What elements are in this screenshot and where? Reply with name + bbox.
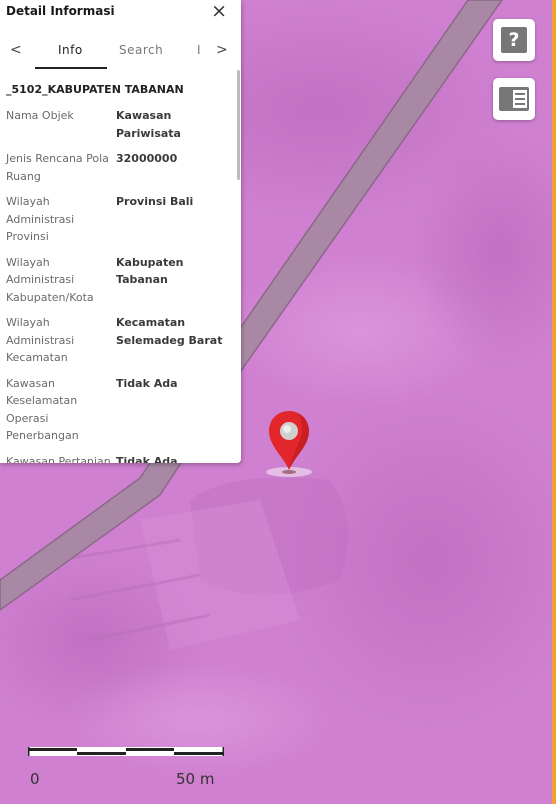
active-tab-indicator: [35, 67, 107, 69]
map-edge: [552, 0, 556, 804]
attribute-label: Wilayah Administrasi Kabupaten/Kota: [6, 255, 94, 304]
scale-start-label: 0: [30, 770, 40, 788]
tab-info[interactable]: Info: [58, 43, 83, 57]
attribute-label: Wilayah Administrasi Provinsi: [6, 195, 75, 243]
tab-bar: < Info Search I >: [0, 36, 241, 70]
attribute-value: Kawasan Pariwisata: [116, 109, 181, 140]
attribute-label: Kawasan Keselamatan Operasi Penerbangan: [6, 376, 79, 443]
attribute-row: Wilayah Administrasi Kecamatan Kecamatan…: [6, 314, 232, 367]
detail-info-panel: Detail Informasi × < Info Search I > _51…: [0, 0, 241, 463]
attribute-value: Kecamatan Selemadeg Barat: [116, 316, 223, 347]
scale-end-label: 50 m: [176, 770, 215, 788]
panel-title: Detail Informasi: [6, 4, 115, 18]
tab-next-arrow[interactable]: >: [216, 42, 228, 58]
attribute-row: Kawasan Keselamatan Operasi Penerbangan …: [6, 375, 232, 445]
tab-prev-arrow[interactable]: <: [10, 42, 22, 58]
tab-next-partial[interactable]: I: [197, 43, 201, 57]
attribute-value: Kabupaten Tabanan: [116, 255, 184, 287]
attribute-value: Tidak Ada: [116, 376, 178, 390]
attribute-row: Kawasan Pertanian Tidak Ada: [6, 453, 232, 464]
tab-search[interactable]: Search: [119, 43, 163, 57]
close-icon[interactable]: ×: [211, 1, 227, 21]
location-marker[interactable]: [265, 410, 313, 480]
help-button[interactable]: ?: [493, 19, 535, 61]
layer-name: _5102_KABUPATEN TABANAN: [6, 83, 184, 96]
attribute-label: Kawasan Pertanian: [6, 454, 111, 464]
attribute-list: Nama Objek Kawasan Pariwisata Jenis Renc…: [6, 107, 232, 463]
panel-header: Detail Informasi ×: [0, 0, 241, 26]
attribute-label: Nama Objek: [6, 109, 74, 122]
attribute-value: Provinsi Bali: [116, 195, 194, 208]
legend-button[interactable]: [493, 78, 535, 120]
attribute-label: Jenis Rencana Pola Ruang: [6, 152, 109, 183]
help-icon: ?: [501, 27, 527, 53]
panel-scrollbar[interactable]: [237, 70, 240, 180]
scale-bar-graphic: [28, 747, 224, 756]
scale-bar: 0 50 m: [28, 742, 224, 788]
legend-icon: [499, 87, 529, 111]
attribute-row: Nama Objek Kawasan Pariwisata: [6, 107, 232, 142]
attribute-label: Wilayah Administrasi Kecamatan: [6, 316, 75, 364]
attribute-value: 32000000: [116, 152, 178, 165]
attribute-row: Wilayah Administrasi Provinsi Provinsi B…: [6, 193, 232, 246]
attribute-row: Wilayah Administrasi Kabupaten/Kota Kabu…: [6, 254, 232, 307]
attribute-row: Jenis Rencana Pola Ruang 32000000: [6, 150, 232, 185]
attribute-value: Tidak Ada: [116, 454, 178, 464]
